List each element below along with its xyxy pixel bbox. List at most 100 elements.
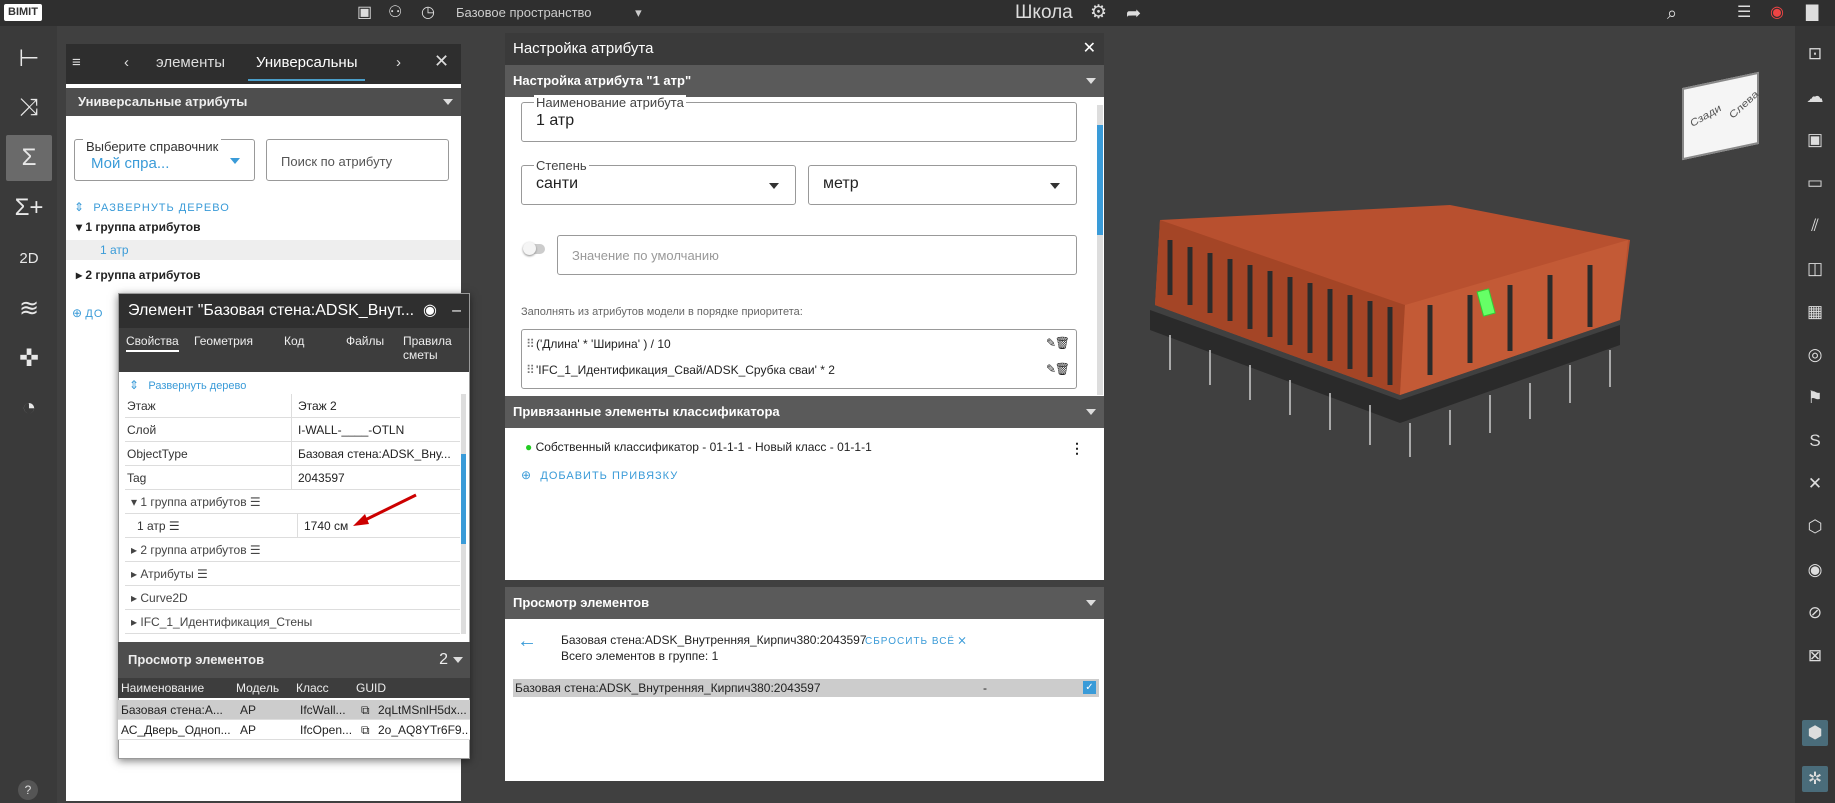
directory-select[interactable]: Выберите справочник Мой спра... xyxy=(74,139,255,181)
copy-icon[interactable]: ⧉ xyxy=(361,703,370,718)
cloud-upload-icon[interactable]: ☁ xyxy=(1802,84,1828,110)
tab-properties[interactable]: Свойства xyxy=(126,334,179,352)
help-icon[interactable]: ? xyxy=(18,780,38,800)
eye-off-icon[interactable]: ⊘ xyxy=(1802,600,1828,626)
list-item[interactable]: ⠿ ('Длина' * 'Ширина' ) / 10 ✎ 🗑 xyxy=(522,332,1076,358)
share-icon[interactable]: ➦ xyxy=(1126,3,1141,23)
tab-estimate-rules[interactable]: Правила сметы xyxy=(403,334,463,362)
classifier-item[interactable]: ● Собственный классификатор - 01-1-1 - Н… xyxy=(525,440,872,454)
eye-icon[interactable]: ◉ xyxy=(1802,557,1828,583)
list-item[interactable]: Базовая стена:ADSK_Внутренняя_Кирпич380:… xyxy=(513,679,1099,697)
eye-icon[interactable]: ◉ xyxy=(423,294,437,328)
drag-handle-icon[interactable]: ⠿ xyxy=(526,363,535,377)
elements-viewer-header[interactable]: Просмотр элементов 2 xyxy=(118,642,470,678)
checkbox[interactable]: ✓ xyxy=(1083,681,1096,694)
group-row[interactable]: ▸ 2 группа атрибутов ☰ xyxy=(125,538,460,562)
view-panel-header[interactable]: Просмотр элементов xyxy=(505,587,1104,619)
table-row[interactable]: АС_Дверь_Одноп... АР IfcOpen... ⧉ 2o_AQ8… xyxy=(118,720,470,740)
minimize-icon[interactable]: – xyxy=(452,294,461,328)
tab-geometry[interactable]: Геометрия xyxy=(194,334,253,348)
notifications-icon[interactable]: ◉ xyxy=(1770,3,1784,23)
add-binding-button[interactable]: ⊕ ДОБАВИТЬ ПРИВЯЗКУ xyxy=(521,468,678,482)
list-icon[interactable]: ☰ xyxy=(1737,3,1751,23)
drag-handle-icon[interactable]: ⠿ xyxy=(526,337,535,351)
gear-icon[interactable]: ⚙ xyxy=(1090,3,1107,23)
view-cube[interactable]: Сзади Слева xyxy=(1682,71,1761,161)
default-value-toggle[interactable] xyxy=(523,242,545,255)
section-universal-attributes[interactable]: Универсальные атрибуты xyxy=(66,88,461,116)
delete-icon[interactable]: 🗑 xyxy=(1055,336,1070,350)
chart-lines-icon[interactable]: ≋ xyxy=(6,285,52,331)
column-guid[interactable]: GUID xyxy=(356,681,386,695)
clear-filter-icon[interactable]: ⨯ xyxy=(957,633,967,647)
2d-view-icon[interactable]: 2D xyxy=(6,235,52,281)
copy-icon[interactable]: ⧉ xyxy=(361,723,370,738)
target-icon[interactable]: ◎ xyxy=(1802,342,1828,368)
unit-select[interactable]: метр xyxy=(808,165,1077,205)
tab-code[interactable]: Код xyxy=(284,334,304,348)
column-class[interactable]: Класс xyxy=(296,681,329,695)
column-model[interactable]: Модель xyxy=(236,681,279,695)
column-name[interactable]: Наименование xyxy=(121,681,204,695)
box-close-icon[interactable]: ⊠ xyxy=(1802,643,1828,669)
clock-settings-icon[interactable]: ◷ xyxy=(421,3,435,23)
flag-icon[interactable]: ⚑ xyxy=(1802,385,1828,411)
add-button[interactable]: ⊕ ДО xyxy=(72,306,103,320)
account-icon[interactable]: ▇ xyxy=(1806,3,1818,23)
axes-icon[interactable]: ✕ xyxy=(1802,471,1828,497)
briefcase-icon[interactable]: ▣ xyxy=(357,3,372,23)
sigma-icon[interactable]: Σ xyxy=(6,135,52,181)
puzzle-icon[interactable]: ✜ xyxy=(6,335,52,381)
ruler-icon[interactable]: ▭ xyxy=(1802,170,1828,196)
more-vertical-icon[interactable]: ⋮ xyxy=(1070,440,1084,457)
view-cube-left[interactable]: Слева xyxy=(1727,89,1760,122)
close-icon[interactable]: ✕ xyxy=(434,51,449,72)
classifier-header[interactable]: Привязанные элементы классификатора xyxy=(505,396,1104,428)
team-icon[interactable]: ⚇ xyxy=(388,3,402,23)
tree-structure-icon[interactable]: ⊢ xyxy=(6,35,52,81)
walls-icon[interactable]: ◫ xyxy=(1802,256,1828,282)
expand-tree-link[interactable]: ⇕ РАЗВЕРНУТЬ ДЕРЕВО xyxy=(74,200,230,214)
default-value-input[interactable]: Значение по умолчанию xyxy=(557,235,1077,275)
attribute-name-field[interactable]: Наименование атрибута 1 атр xyxy=(521,95,1077,142)
tab-elements[interactable]: элементы xyxy=(156,54,225,71)
chevron-left-icon[interactable]: ‹ xyxy=(124,54,129,71)
view-cube-back[interactable]: Сзади xyxy=(1689,102,1723,130)
expand-tree-link[interactable]: ⇕ Развернуть дерево xyxy=(129,378,246,392)
group-row[interactable]: ▸ Атрибуты ☰ xyxy=(125,562,460,586)
network-icon[interactable]: ✲ xyxy=(1802,766,1828,792)
delete-icon[interactable]: 🗑 xyxy=(1055,362,1070,376)
tree-item-attr1[interactable]: 1 атр xyxy=(66,240,461,260)
s-measure-icon[interactable]: S xyxy=(1802,428,1828,454)
menu-icon[interactable]: ≡ xyxy=(72,54,81,71)
degree-select[interactable]: Степень санти xyxy=(521,158,796,205)
tab-files[interactable]: Файлы xyxy=(346,334,384,348)
back-arrow-icon[interactable]: ← xyxy=(517,630,537,653)
space-select[interactable]: Базовое пространство ▾ xyxy=(456,5,642,21)
gauge-icon[interactable]: ◔ xyxy=(6,385,52,431)
attribute-search-input[interactable]: Поиск по атрибуту xyxy=(266,139,449,181)
close-icon[interactable]: ✕ xyxy=(1083,33,1096,65)
scrollbar[interactable] xyxy=(461,394,466,634)
list-item[interactable]: ⠿ 'IFC_1_Идентификация_Свай/ADSK_Срубка … xyxy=(522,358,1076,384)
group-row[interactable]: ▸ IFC_1_Идентификация_Стены xyxy=(125,610,460,634)
group-row[interactable]: ▸ Curve2D xyxy=(125,586,460,610)
tree-item-group2[interactable]: ▸ 2 группа атрибутов xyxy=(76,268,200,282)
shuffle-icon[interactable]: ⤨ xyxy=(6,85,52,131)
app-logo[interactable]: BIMIT xyxy=(4,4,42,21)
chevron-right-icon[interactable]: › xyxy=(396,54,401,71)
building-model[interactable] xyxy=(1150,195,1640,465)
grid-icon[interactable]: ▦ xyxy=(1802,299,1828,325)
tree-item-group1[interactable]: ▾ 1 группа атрибутов xyxy=(76,220,200,234)
cube-icon[interactable]: ⬢ xyxy=(1802,720,1828,746)
reset-all-button[interactable]: СБРОСИТЬ ВСЁ xyxy=(865,636,955,647)
scrollbar[interactable] xyxy=(1097,105,1103,395)
table-row[interactable]: Базовая стена:А... АР IfcWall... ⧉ 2qLtM… xyxy=(118,700,470,720)
search-icon[interactable]: ⌕ xyxy=(1667,3,1677,23)
dialog-subtitle-bar[interactable]: Настройка атрибута "1 атр" xyxy=(505,65,1104,97)
section-plane-icon[interactable]: ⫽ xyxy=(1802,213,1828,239)
box-select-icon[interactable]: ⬡ xyxy=(1802,514,1828,540)
focus-icon[interactable]: ⊡ xyxy=(1802,41,1828,67)
sigma-plus-icon[interactable]: Σ+ xyxy=(6,185,52,231)
tab-universal[interactable]: Универсальны xyxy=(248,54,366,81)
